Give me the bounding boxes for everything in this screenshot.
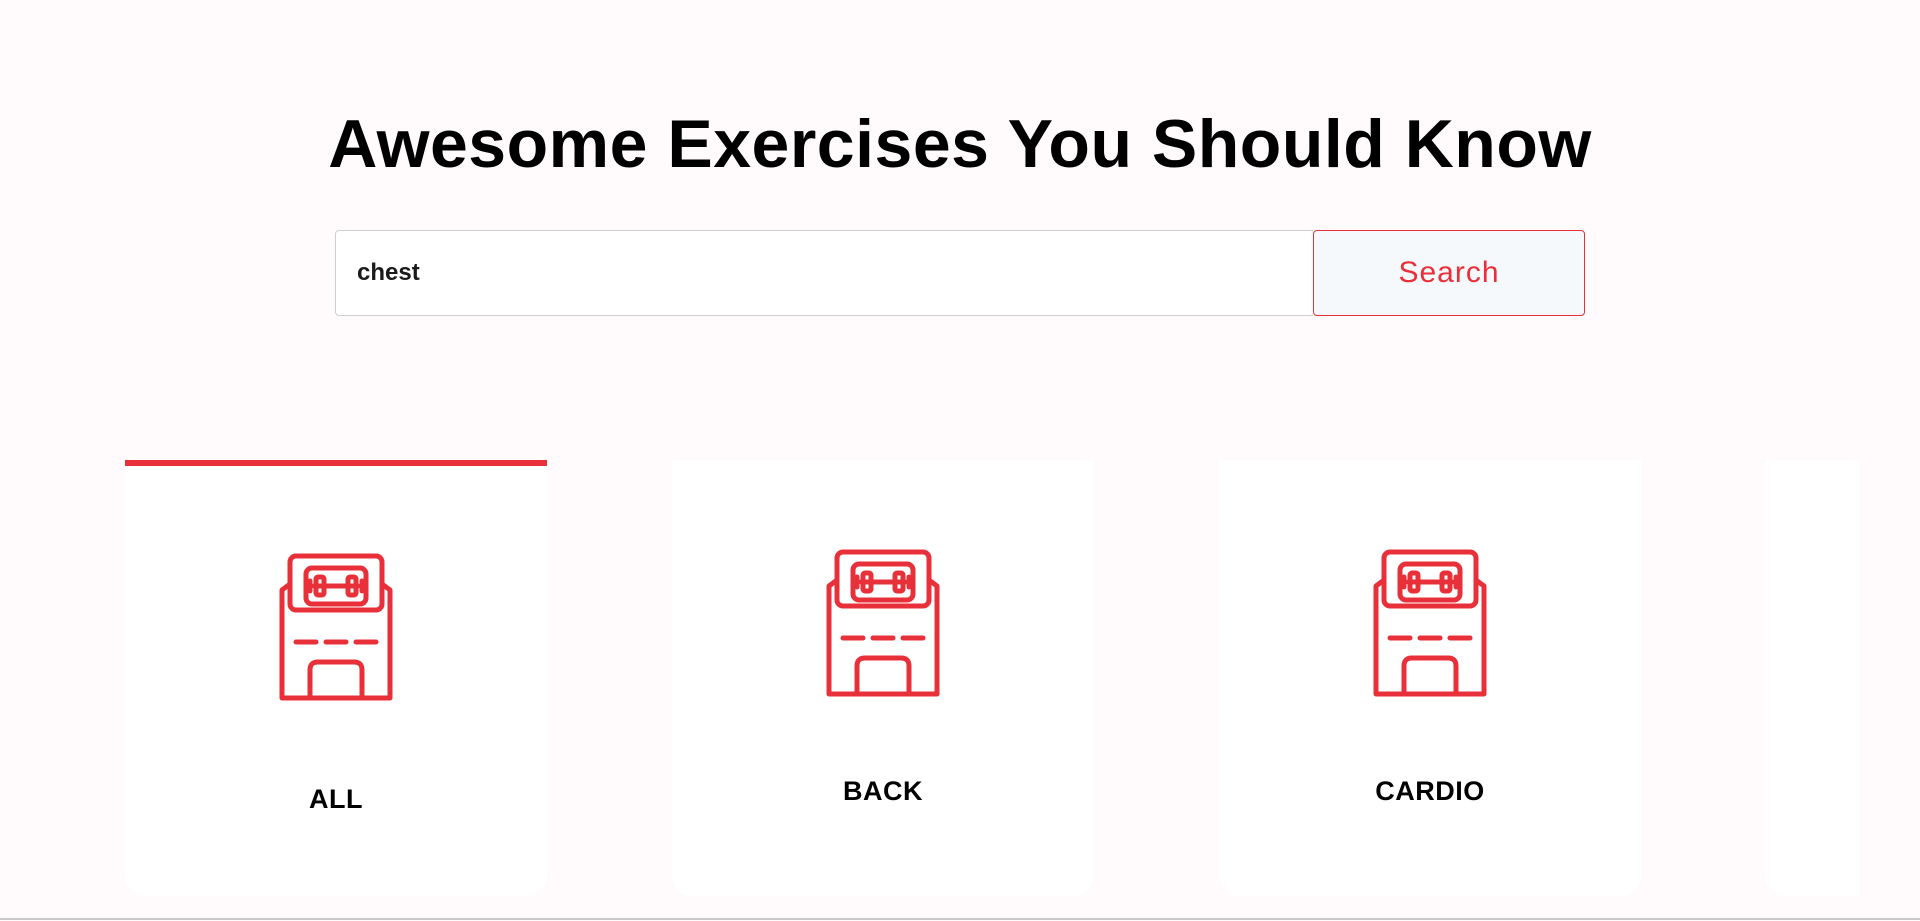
search-input[interactable] — [335, 230, 1313, 316]
category-label: ALL — [309, 784, 363, 814]
category-label: CARDIO — [1375, 776, 1485, 806]
bottom-divider — [0, 918, 1920, 920]
gym-icon — [826, 549, 940, 697]
category-card-partial[interactable] — [1765, 460, 1860, 896]
page: Awesome Exercises You Should Know Search — [0, 0, 1920, 921]
category-card-all[interactable]: ALL — [125, 460, 547, 896]
page-title: Awesome Exercises You Should Know — [328, 105, 1592, 182]
category-card-back[interactable]: BACK — [672, 460, 1094, 896]
category-scroller[interactable]: ALL BACK CARDIO — [0, 460, 1920, 900]
search-bar: Search — [335, 230, 1585, 316]
gym-icon — [1373, 549, 1487, 697]
category-card-cardio[interactable]: CARDIO — [1219, 460, 1641, 896]
gym-icon — [279, 553, 393, 701]
search-button[interactable]: Search — [1313, 230, 1585, 316]
category-label: BACK — [843, 776, 923, 806]
